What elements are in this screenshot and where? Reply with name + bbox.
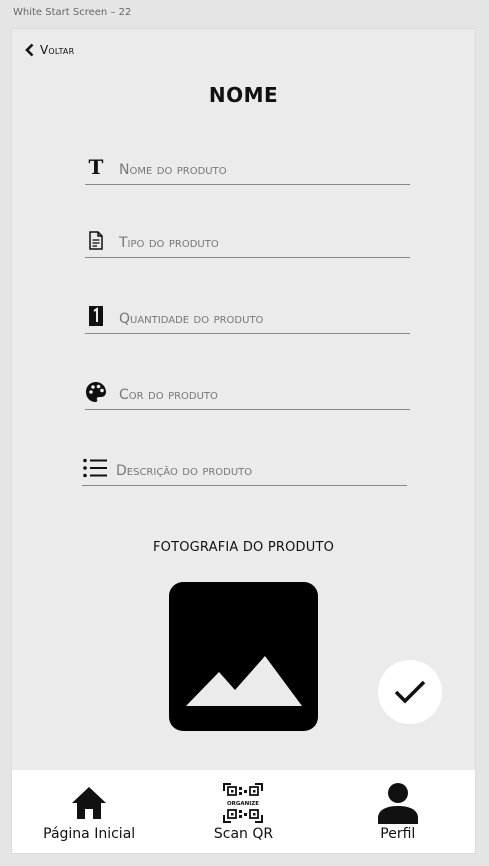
document-icon xyxy=(85,229,107,251)
product-name-input[interactable] xyxy=(119,162,379,178)
nav-profile[interactable]: Perfil xyxy=(321,770,475,853)
image-icon xyxy=(186,656,302,706)
qr-code-icon: ORGANIZE xyxy=(222,782,264,824)
number-one-icon xyxy=(85,305,107,327)
svg-text:T: T xyxy=(89,157,104,177)
product-quantity-field xyxy=(85,300,410,334)
product-type-field xyxy=(85,224,410,258)
product-color-input[interactable] xyxy=(119,387,379,403)
back-label: Voltar xyxy=(40,43,75,57)
palette-icon xyxy=(85,381,107,403)
confirm-button[interactable] xyxy=(378,660,442,724)
list-icon xyxy=(82,457,108,479)
nav-scan-qr[interactable]: ORGANIZE Scan QR xyxy=(166,770,320,853)
page-title: NOME xyxy=(208,83,279,107)
product-name-field: T xyxy=(85,151,410,185)
frame-title: White Start Screen – 22 xyxy=(13,7,132,18)
nav-profile-label: Perfil xyxy=(380,826,416,842)
text-icon: T xyxy=(85,156,107,178)
app-screen: Voltar NOME T Nome do produto Tipo do pr… xyxy=(11,28,476,854)
product-type-input[interactable] xyxy=(119,235,379,251)
home-icon xyxy=(70,782,108,824)
qr-icon-text: ORGANIZE xyxy=(227,801,259,807)
nav-scan-qr-label: Scan QR xyxy=(213,826,274,842)
chevron-left-icon xyxy=(25,43,34,57)
bottom-navigation: Página Inicial ORGANIZE Scan QR Perfil xyxy=(12,770,475,853)
product-color-field xyxy=(85,376,410,410)
check-icon xyxy=(394,680,426,704)
product-description-input[interactable] xyxy=(116,463,376,479)
product-description-field xyxy=(82,452,407,486)
product-photo-upload[interactable] xyxy=(169,582,318,731)
photo-label: FOTOGRAFIA DO PRODUTO xyxy=(152,540,335,555)
nav-home[interactable]: Página Inicial xyxy=(12,770,166,853)
user-icon xyxy=(377,782,419,824)
product-quantity-input[interactable] xyxy=(119,311,379,327)
nav-home-label: Página Inicial xyxy=(43,826,136,842)
back-button[interactable]: Voltar xyxy=(25,43,74,57)
